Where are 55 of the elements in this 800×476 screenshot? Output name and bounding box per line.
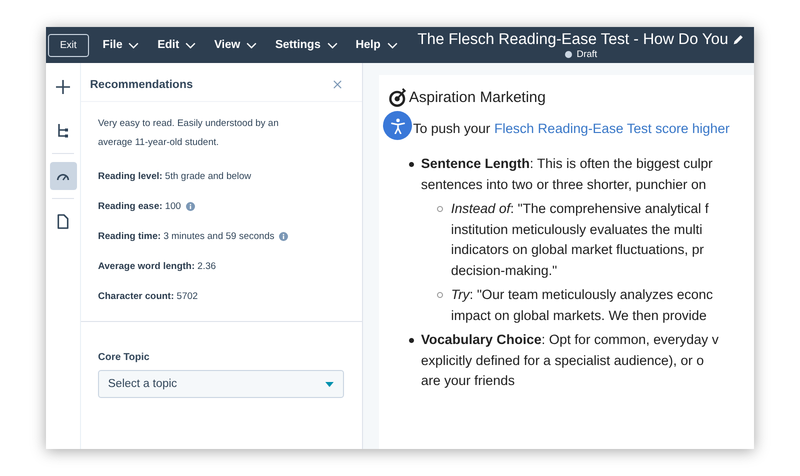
chevron-down-icon [246, 42, 258, 48]
status-label: Draft [576, 48, 598, 60]
field-label: Core Topic [98, 352, 150, 363]
menu-button[interactable]: Edit [157, 39, 196, 51]
article-link[interactable]: Flesch Reading-Ease Test score higher [494, 121, 730, 136]
bullet-icon [409, 162, 414, 167]
gauge-icon [56, 172, 70, 180]
accessibility-button[interactable] [383, 111, 412, 140]
info-icon[interactable] [279, 232, 288, 240]
menu-button[interactable]: View [214, 39, 258, 51]
body-text: Sentence Length: This is often the biggest culpr [421, 155, 713, 173]
metric-text: Reading ease: 100 [98, 200, 181, 212]
body-text: Vocabulary Choice: Opt for common, everyday v [421, 331, 719, 349]
close-button[interactable] [331, 78, 344, 91]
body-text: decision-making." [451, 262, 558, 280]
intro-text: To push your [413, 121, 490, 136]
body-text: institution meticulously evaluates the multi [451, 220, 704, 239]
menu-button[interactable]: File [102, 39, 140, 51]
brand-name: Aspiration Marketing [409, 88, 546, 106]
menu-button[interactable]: Settings [275, 39, 338, 51]
chevron-down-icon [185, 42, 196, 48]
tree-icon [57, 123, 69, 139]
bullet-icon [437, 292, 443, 298]
target-logo-icon [389, 87, 409, 107]
chevron-down-icon [386, 42, 398, 48]
bullet-icon [409, 338, 414, 343]
status-dot [564, 50, 572, 58]
panel-title: Recommendations [90, 78, 193, 90]
bullet-icon [437, 206, 443, 212]
rail-button[interactable] [50, 162, 76, 190]
close-icon [333, 80, 342, 89]
page-title: The Flesch Reading-Ease Test - How Do You [418, 30, 728, 48]
pencil-icon[interactable] [732, 34, 744, 46]
topic-select[interactable]: Select a topic [98, 370, 344, 398]
chevron-down-icon [128, 42, 140, 48]
document-icon [57, 214, 69, 228]
body-text: sentences into two or three shorter, punchier on [421, 176, 708, 194]
caret-icon [325, 382, 334, 386]
body-text: indicators on global market fluctuations, pr [451, 241, 705, 259]
person-icon [390, 118, 404, 134]
exit-button[interactable]: Exit [48, 34, 89, 56]
body-text: are your friends [421, 372, 516, 390]
body-text: Try: "Our team meticulously analyzes econc [451, 286, 713, 304]
metric-text: Average word length: 2.36 [98, 260, 216, 272]
metric-text: Character count: 5702 [98, 290, 198, 302]
chevron-down-icon [326, 42, 338, 48]
body-text: impact on global markets. We then provide [451, 306, 708, 325]
info-icon[interactable] [186, 202, 195, 210]
body-text: Instead of: "The comprehensive analytical f [451, 200, 709, 218]
metric-text: Reading time: 3 minutes and 59 seconds [98, 230, 274, 242]
plus-icon [55, 79, 71, 95]
readability-summary: Very easy to read. Easily understood by an average 11-year-old student. [98, 117, 280, 150]
menu-button[interactable]: Help [356, 39, 398, 51]
body-text: explicitly defined for a specialist audience), or o [421, 352, 705, 370]
metric-text: Reading level: 5th grade and below [98, 170, 252, 182]
